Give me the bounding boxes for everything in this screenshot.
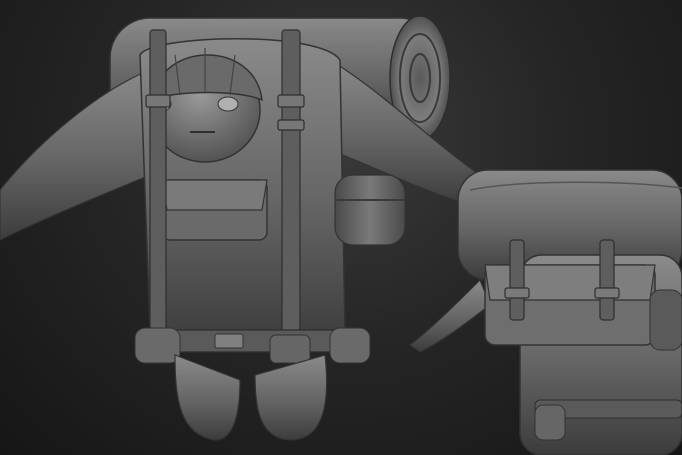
belt [134,327,371,364]
left-arm [0,69,151,241]
back-view-character [408,169,682,455]
back-side-pouch [649,289,682,351]
right-eye [217,96,239,112]
side-pouch [334,174,406,246]
back-arm [408,278,491,353]
sculpt-render [0,15,682,455]
front-view-character [0,15,481,441]
sculpt-viewport[interactable] [0,0,682,455]
legs [174,354,328,441]
chest-pocket [161,179,268,241]
